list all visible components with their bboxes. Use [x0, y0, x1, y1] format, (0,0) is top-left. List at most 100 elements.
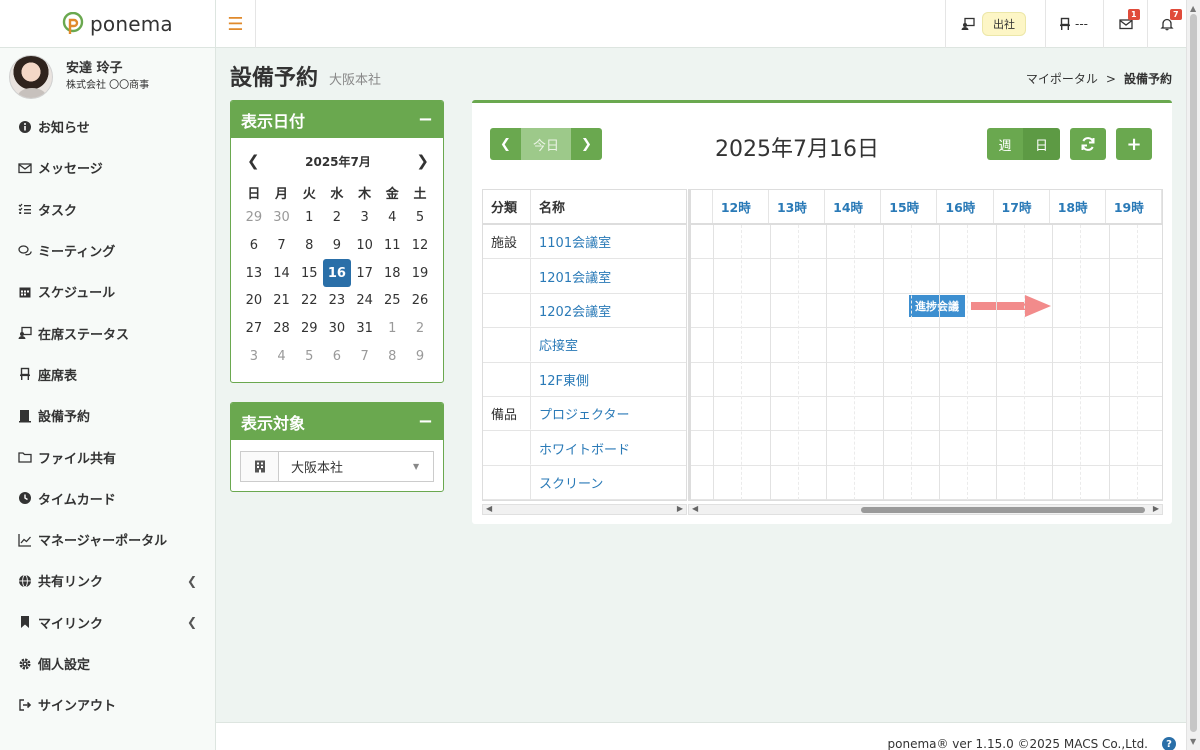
sidebar-item-messages[interactable]: メッセージ [0, 147, 215, 188]
calendar-day[interactable]: 24 [351, 287, 379, 315]
help-button[interactable]: ? [1162, 737, 1176, 750]
calendar-day[interactable]: 12 [406, 232, 434, 260]
calendar-day[interactable]: 15 [295, 259, 323, 287]
timeline-row[interactable] [691, 328, 1162, 363]
next-month-button[interactable]: ❯ [416, 152, 429, 170]
page-vertical-scrollbar[interactable]: ▲ ▼ [1186, 0, 1200, 750]
calendar-day[interactable]: 8 [378, 342, 406, 370]
target-select[interactable]: 大阪本社 ▼ [240, 451, 434, 482]
presence-status-button[interactable]: 出社 [945, 0, 1045, 48]
left-horizontal-scrollbar[interactable]: ◀ ▶ [482, 504, 687, 515]
calendar-day[interactable]: 20 [240, 287, 268, 315]
sidebar-item-signout[interactable]: サインアウト [0, 684, 215, 725]
next-day-button[interactable]: ❯ [571, 128, 602, 160]
prev-day-button[interactable]: ❮ [490, 128, 521, 160]
calendar-day[interactable]: 18 [378, 259, 406, 287]
calendar-day[interactable]: 7 [268, 232, 296, 260]
calendar-day[interactable]: 11 [378, 232, 406, 260]
scrollbar-thumb[interactable] [1190, 14, 1197, 732]
calendar-day[interactable]: 2 [323, 204, 351, 232]
timeline-row[interactable] [691, 397, 1162, 432]
sidebar-item-seating[interactable]: 座席表 [0, 354, 215, 395]
scrollbar-thumb[interactable] [861, 507, 1145, 513]
resource-name-link[interactable]: 応接室 [531, 328, 686, 361]
calendar-day-selected[interactable]: 16 [323, 259, 351, 288]
collapse-button[interactable]: − [418, 411, 433, 432]
timeline-row[interactable] [691, 466, 1162, 500]
calendar-day[interactable]: 30 [268, 204, 296, 232]
collapse-button[interactable]: − [418, 109, 433, 130]
calendar-day[interactable]: 29 [240, 204, 268, 232]
calendar-day[interactable]: 30 [323, 315, 351, 343]
calendar-day[interactable]: 21 [268, 287, 296, 315]
sidebar-item-facility[interactable]: 設備予約 [0, 395, 215, 436]
calendar-day[interactable]: 17 [351, 259, 379, 287]
day-view-button[interactable]: 日 [1023, 128, 1060, 160]
calendar-day[interactable]: 26 [406, 287, 434, 315]
resource-name-link[interactable]: プロジェクター [531, 397, 686, 430]
sidebar-item-presence[interactable]: 在席ステータス [0, 312, 215, 353]
calendar-day[interactable]: 13 [240, 259, 268, 287]
resource-name-link[interactable]: 1101会議室 [531, 225, 686, 258]
add-reservation-button[interactable]: + [1116, 128, 1152, 160]
calendar-day[interactable]: 29 [295, 315, 323, 343]
sidebar-item-meeting[interactable]: ミーティング [0, 230, 215, 271]
messages-button[interactable]: 1 [1103, 0, 1147, 48]
calendar-day[interactable]: 4 [378, 204, 406, 232]
calendar-day[interactable]: 31 [351, 315, 379, 343]
sidebar-item-notices[interactable]: お知らせ [0, 106, 215, 147]
timeline-row[interactable] [691, 259, 1162, 294]
breadcrumb-home-link[interactable]: マイポータル [1026, 72, 1098, 86]
sidebar-item-schedule[interactable]: スケジュール [0, 271, 215, 312]
prev-month-button[interactable]: ❮ [247, 152, 260, 170]
calendar-day[interactable]: 3 [240, 342, 268, 370]
calendar-day[interactable]: 19 [406, 259, 434, 287]
calendar-day[interactable]: 1 [378, 315, 406, 343]
sidebar-item-files[interactable]: ファイル共有 [0, 436, 215, 477]
sidebar-item-manager-portal[interactable]: マネージャーポータル [0, 519, 215, 560]
timeline-row[interactable] [691, 225, 1162, 260]
calendar-day[interactable]: 2 [406, 315, 434, 343]
calendar-day[interactable]: 7 [351, 342, 379, 370]
calendar-day[interactable]: 27 [240, 315, 268, 343]
sidebar-item-my-links[interactable]: マイリンク ❮ [0, 602, 215, 643]
calendar-day[interactable]: 3 [351, 204, 379, 232]
sidebar-item-settings[interactable]: 個人設定 [0, 643, 215, 684]
sidebar-item-shared-links[interactable]: 共有リンク ❮ [0, 560, 215, 601]
calendar-day[interactable]: 28 [268, 315, 296, 343]
calendar-day[interactable]: 5 [295, 342, 323, 370]
calendar-day[interactable]: 23 [323, 287, 351, 315]
today-button[interactable]: 今日 [521, 128, 571, 160]
timeline-horizontal-scrollbar[interactable]: ◀ ▶ [688, 504, 1163, 515]
resource-name-link[interactable]: 12F東側 [531, 363, 686, 396]
calendar-day[interactable]: 22 [295, 287, 323, 315]
calendar-day[interactable]: 10 [351, 232, 379, 260]
calendar-day[interactable]: 9 [406, 342, 434, 370]
timeline-row[interactable] [691, 431, 1162, 466]
seat-button[interactable]: --- [1045, 0, 1103, 48]
sidebar-item-tasks[interactable]: タスク [0, 189, 215, 230]
sidebar-item-timecard[interactable]: タイムカード [0, 478, 215, 519]
week-view-button[interactable]: 週 [987, 128, 1023, 160]
scroll-left-icon: ◀ [692, 504, 699, 513]
calendar-day[interactable]: 25 [378, 287, 406, 315]
notifications-button[interactable]: 7 [1147, 0, 1186, 48]
calendar-day[interactable]: 5 [406, 204, 434, 232]
brand-logo[interactable]: ponema [0, 0, 215, 48]
calendar-day[interactable]: 4 [268, 342, 296, 370]
calendar-day[interactable]: 8 [295, 232, 323, 260]
resource-name-link[interactable]: スクリーン [531, 466, 686, 499]
calendar-day[interactable]: 9 [323, 232, 351, 260]
calendar-day[interactable]: 14 [268, 259, 296, 287]
calendar-day[interactable]: 6 [323, 342, 351, 370]
calendar-day[interactable]: 1 [295, 204, 323, 232]
resource-name-link[interactable]: ホワイトボード [531, 431, 686, 464]
user-profile[interactable]: 安達 玲子 株式会社 〇〇商事 [0, 48, 215, 106]
resource-name-link[interactable]: 1201会議室 [531, 259, 686, 292]
calendar-day[interactable]: 6 [240, 232, 268, 260]
menu-toggle-button[interactable]: ☰ [216, 0, 256, 48]
timeline-row[interactable] [691, 363, 1162, 397]
resource-name-link[interactable]: 1202会議室 [531, 294, 686, 327]
reservation-event[interactable]: 進捗会議 [909, 295, 965, 317]
refresh-button[interactable] [1070, 128, 1106, 160]
